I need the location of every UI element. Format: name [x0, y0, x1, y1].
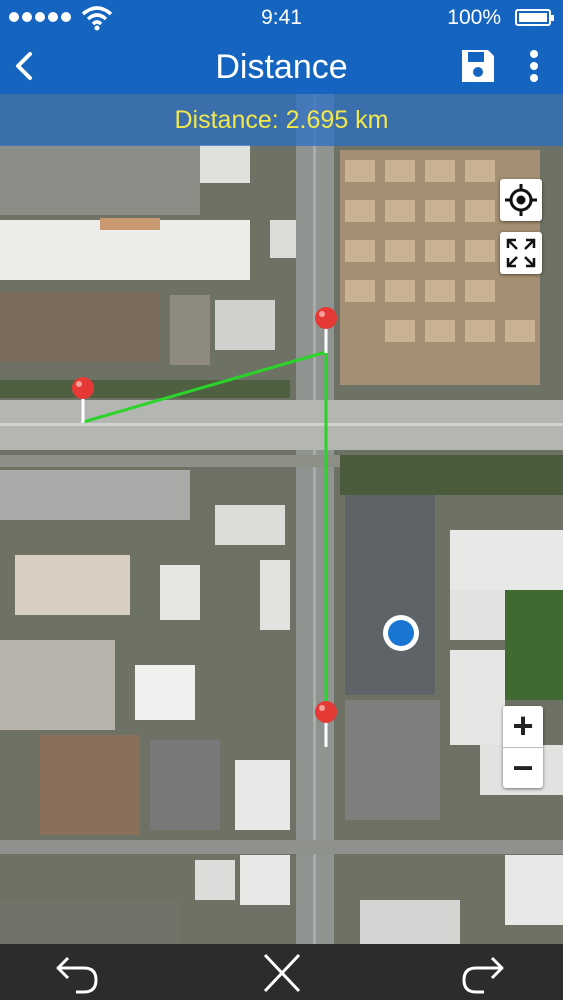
battery-percentage: 100% — [447, 6, 501, 29]
save-icon[interactable] — [458, 46, 498, 86]
route-pin-start[interactable] — [72, 377, 94, 423]
fit-route-button[interactable] — [500, 232, 542, 274]
zoom-out-button[interactable]: − — [503, 748, 543, 789]
current-location-dot — [383, 615, 419, 651]
distance-readout: Distance: 2.695 km — [0, 94, 563, 146]
bottom-toolbar — [0, 944, 563, 1000]
measure-route-line — [82, 350, 328, 712]
route-pin-end[interactable] — [315, 701, 337, 747]
redo-icon[interactable] — [458, 950, 508, 996]
more-options-icon[interactable] — [518, 46, 550, 86]
battery-icon — [515, 9, 554, 26]
expand-icon — [506, 238, 536, 268]
close-icon[interactable] — [257, 950, 307, 996]
crosshair-icon — [505, 184, 537, 216]
zoom-in-button[interactable]: + — [503, 706, 543, 748]
status-bar: 9:41 100% — [0, 0, 563, 38]
zoom-controls: + − — [503, 706, 543, 788]
route-overlay — [72, 307, 419, 747]
app-bar: Distance — [0, 38, 563, 94]
satellite-map[interactable] — [0, 94, 563, 944]
undo-icon[interactable] — [52, 950, 102, 996]
route-pin-middle[interactable] — [315, 307, 337, 353]
my-location-button[interactable] — [500, 179, 542, 221]
